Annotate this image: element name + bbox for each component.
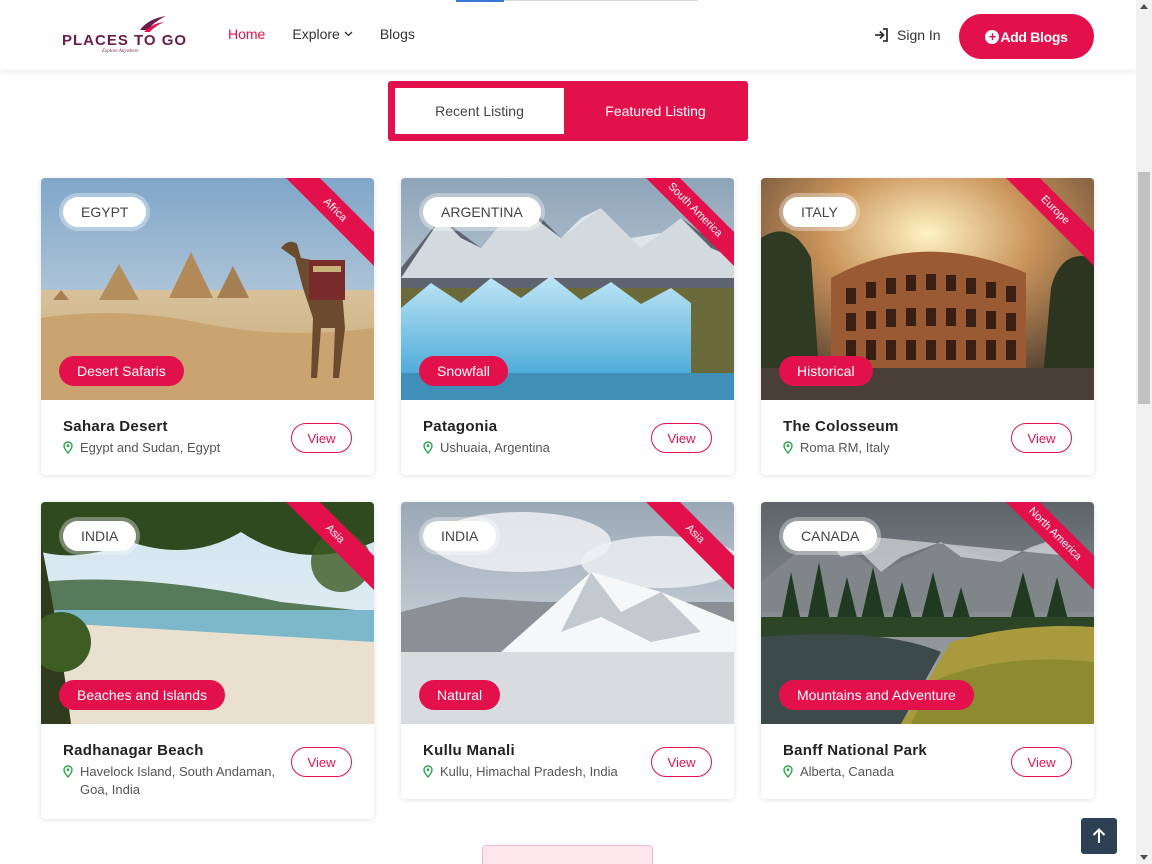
view-button[interactable]: View — [1011, 423, 1072, 453]
listing-location: Alberta, Canada — [783, 763, 1003, 781]
listing-body: Radhanagar Beach Havelock Island, South … — [41, 724, 374, 799]
add-blogs-button[interactable]: + Add Blogs — [959, 14, 1094, 59]
add-blogs-label: Add Blogs — [1000, 28, 1068, 45]
listing-body: The Colosseum Roma RM, Italy View — [761, 400, 1094, 457]
listing-card: ITALY Europe Historical The Colosseum Ro… — [761, 178, 1094, 475]
listing-location-text: Alberta, Canada — [800, 764, 894, 779]
map-pin-icon — [63, 441, 73, 454]
listing-image[interactable]: INDIA Asia Natural — [401, 502, 734, 724]
scroll-up-icon[interactable] — [1140, 4, 1148, 9]
country-badge: ARGENTINA — [423, 197, 541, 227]
category-badge[interactable]: Desert Safaris — [59, 356, 184, 386]
listing-body: Sahara Desert Egypt and Sudan, Egypt Vie… — [41, 400, 374, 457]
listing-tabs: Recent Listing Featured Listing — [388, 81, 748, 141]
main-nav: Home Explore Blogs — [228, 26, 442, 42]
map-pin-icon — [783, 765, 793, 778]
nav-blogs[interactable]: Blogs — [380, 26, 415, 42]
listing-location-text: Havelock Island, South Andaman, Goa, Ind… — [80, 764, 276, 797]
listing-location: Kullu, Himachal Pradesh, India — [423, 763, 643, 781]
category-badge[interactable]: Beaches and Islands — [59, 680, 225, 710]
site-header: PLACES TO GO Explore Anywhere Home Explo… — [0, 0, 1136, 70]
country-badge: INDIA — [63, 521, 137, 551]
country-badge: ITALY — [783, 197, 856, 227]
category-badge[interactable]: Historical — [779, 356, 873, 386]
listing-location-text: Ushuaia, Argentina — [440, 440, 550, 455]
view-button[interactable]: View — [651, 423, 712, 453]
map-pin-icon — [63, 765, 73, 778]
back-to-top-button[interactable] — [1081, 818, 1117, 854]
listing-location: Ushuaia, Argentina — [423, 439, 643, 457]
country-badge: CANADA — [783, 521, 878, 551]
category-badge[interactable]: Mountains and Adventure — [779, 680, 974, 710]
listing-location: Roma RM, Italy — [783, 439, 1003, 457]
category-badge[interactable]: Snowfall — [419, 356, 508, 386]
listing-location: Havelock Island, South Andaman, Goa, Ind… — [63, 763, 283, 799]
listing-card: INDIA Asia Natural Kullu Manali Kullu, H… — [401, 502, 734, 799]
category-badge[interactable]: Natural — [419, 680, 501, 710]
tab-recent-listing[interactable]: Recent Listing — [395, 88, 564, 134]
listing-location: Egypt and Sudan, Egypt — [63, 439, 283, 457]
country-badge: INDIA — [423, 521, 497, 551]
logo-text: PLACES TO GO — [62, 32, 188, 49]
chevron-down-icon — [344, 31, 353, 37]
tab-featured-listing[interactable]: Featured Listing — [571, 88, 740, 134]
listing-card: CANADA North America Mountains and Adven… — [761, 502, 1094, 799]
view-button[interactable]: View — [1011, 747, 1072, 777]
site-logo[interactable]: PLACES TO GO Explore Anywhere — [60, 12, 186, 54]
listing-card: EGYPT Africa Desert Safaris Sahara Deser… — [41, 178, 374, 475]
plus-circle-icon: + — [985, 29, 1000, 44]
map-pin-icon — [783, 441, 793, 454]
listing-body: Kullu Manali Kullu, Himachal Pradesh, In… — [401, 724, 734, 781]
bird-logo-icon — [140, 16, 166, 32]
listing-image[interactable]: EGYPT Africa Desert Safaris — [41, 178, 374, 400]
scroll-down-icon[interactable] — [1140, 855, 1148, 860]
nav-explore-label: Explore — [292, 26, 340, 42]
listing-location-text: Egypt and Sudan, Egypt — [80, 440, 221, 455]
view-button[interactable]: View — [291, 423, 352, 453]
nav-home[interactable]: Home — [228, 26, 265, 42]
listing-image[interactable]: CANADA North America Mountains and Adven… — [761, 502, 1094, 724]
listing-card: ARGENTINA South America Snowfall Patagon… — [401, 178, 734, 475]
page-scrollbar[interactable] — [1136, 0, 1152, 864]
top-progress — [456, 0, 504, 2]
logo-tagline: Explore Anywhere — [102, 49, 139, 54]
listing-image[interactable]: INDIA Asia Beaches and Islands — [41, 502, 374, 724]
page: PLACES TO GO Explore Anywhere Home Explo… — [0, 0, 1136, 864]
listing-location-text: Roma RM, Italy — [800, 440, 890, 455]
listing-card: INDIA Asia Beaches and Islands Radhanaga… — [41, 502, 374, 819]
sign-in-icon — [875, 28, 888, 42]
view-button[interactable]: View — [291, 747, 352, 777]
listing-body: Banff National Park Alberta, Canada View — [761, 724, 1094, 781]
listing-image[interactable]: ITALY Europe Historical — [761, 178, 1094, 400]
map-pin-icon — [423, 441, 433, 454]
country-badge: EGYPT — [63, 197, 147, 227]
scrollbar-thumb[interactable] — [1138, 172, 1150, 404]
sign-in-label: Sign In — [897, 27, 941, 43]
sign-in-link[interactable]: Sign In — [874, 27, 941, 43]
nav-explore[interactable]: Explore — [292, 26, 353, 42]
listing-location-text: Kullu, Himachal Pradesh, India — [440, 764, 618, 779]
map-pin-icon — [423, 765, 433, 778]
arrow-up-icon — [1092, 828, 1106, 843]
view-button[interactable]: View — [651, 747, 712, 777]
load-more-button[interactable] — [482, 845, 653, 864]
listing-body: Patagonia Ushuaia, Argentina View — [401, 400, 734, 457]
listing-image[interactable]: ARGENTINA South America Snowfall — [401, 178, 734, 400]
